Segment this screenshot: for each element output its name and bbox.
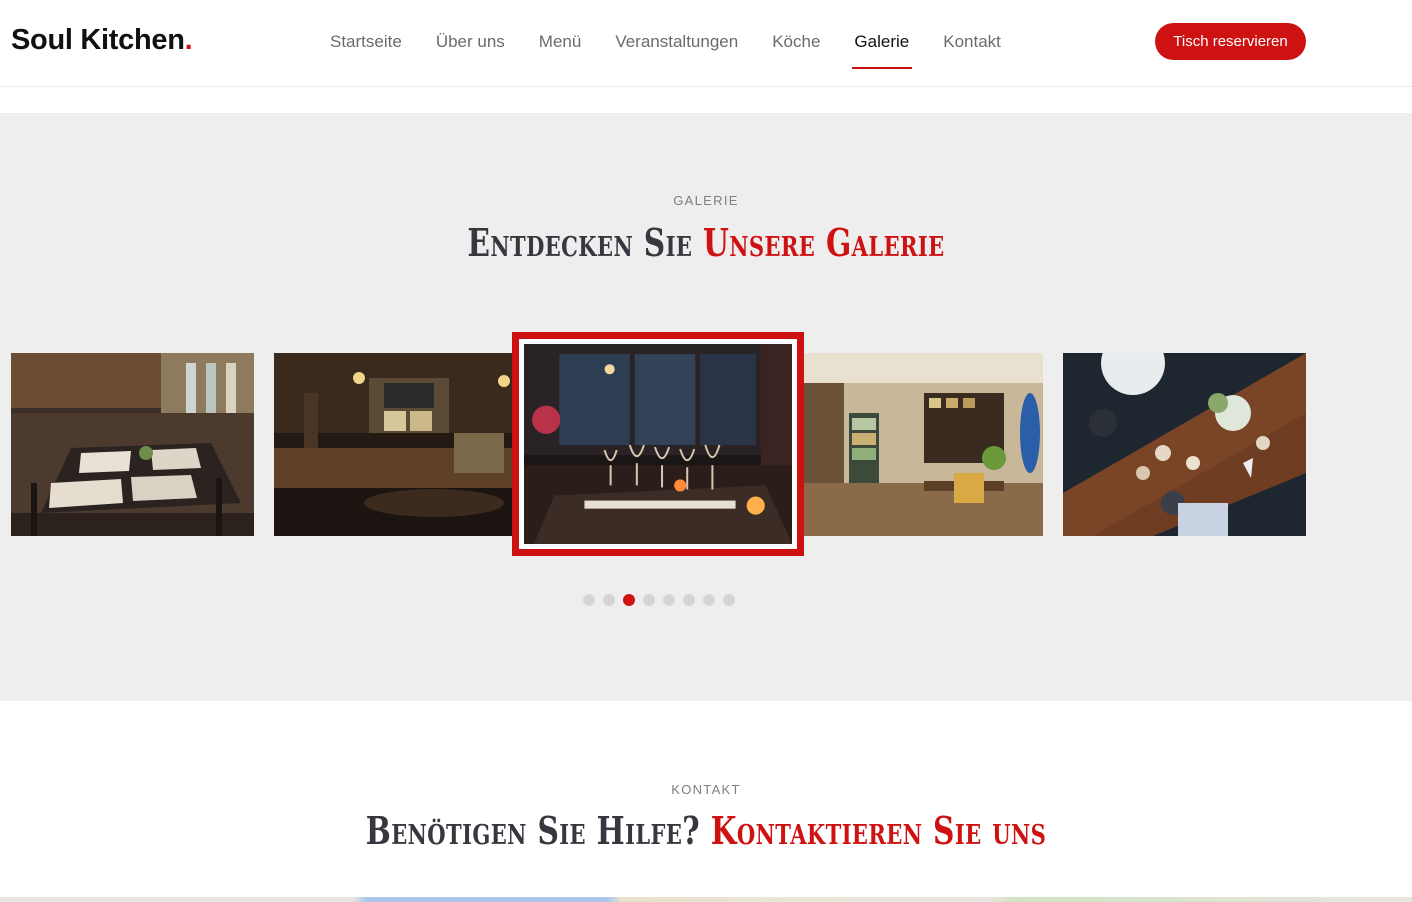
gallery-title-part1: Entdecken Sie bbox=[467, 220, 703, 265]
gallery-subtitle: GALERIE bbox=[673, 193, 739, 208]
logo-dot: . bbox=[184, 24, 193, 56]
gallery-title: Entdecken Sie Unsere Galerie bbox=[155, 220, 1256, 265]
restaurant-tables-photo bbox=[11, 353, 254, 536]
pagination-dot-8[interactable] bbox=[723, 594, 735, 606]
wine-glasses-table-photo bbox=[524, 344, 792, 544]
pagination-dot-3[interactable] bbox=[623, 594, 635, 606]
pagination-dot-7[interactable] bbox=[703, 594, 715, 606]
pagination-dot-1[interactable] bbox=[583, 594, 595, 606]
contact-section: KONTAKT Benötigen Sie Hilfe? Kontaktiere… bbox=[0, 701, 1412, 902]
contact-title-accent: Kontaktieren Sie uns bbox=[710, 808, 1047, 853]
logo-text: Soul Kitchen bbox=[11, 24, 185, 56]
nav-item-kontakt[interactable]: Kontakt bbox=[943, 30, 1001, 66]
contact-subtitle: KONTAKT bbox=[671, 782, 741, 797]
main-nav: Startseite Über uns Menü Veranstaltungen… bbox=[330, 30, 1035, 69]
gallery-slide-3-active[interactable] bbox=[512, 332, 804, 556]
map-embed[interactable] bbox=[0, 897, 1412, 902]
pagination-dot-6[interactable] bbox=[683, 594, 695, 606]
nav-item-veranstaltungen[interactable]: Veranstaltungen bbox=[615, 30, 738, 66]
reserve-table-button[interactable]: Tisch reservieren bbox=[1155, 23, 1306, 60]
site-logo[interactable]: Soul Kitchen. bbox=[11, 24, 193, 57]
nav-item-galerie[interactable]: Galerie bbox=[852, 30, 913, 69]
contact-title-part1: Benötigen Sie Hilfe? bbox=[365, 808, 711, 853]
gallery-pagination bbox=[583, 594, 743, 606]
cafe-interior-photo bbox=[804, 353, 1043, 536]
gallery-section: GALERIE Entdecken Sie Unsere Galerie bbox=[0, 113, 1412, 701]
pagination-dot-4[interactable] bbox=[643, 594, 655, 606]
nav-item-menue[interactable]: Menü bbox=[539, 30, 582, 66]
gallery-slide-1[interactable] bbox=[11, 353, 254, 536]
nav-item-koeche[interactable]: Köche bbox=[772, 30, 820, 66]
site-header: Soul Kitchen. Startseite Über uns Menü V… bbox=[0, 0, 1412, 87]
gallery-slide-4[interactable] bbox=[804, 353, 1043, 536]
nav-item-startseite[interactable]: Startseite bbox=[330, 30, 402, 66]
pagination-dot-5[interactable] bbox=[663, 594, 675, 606]
gallery-slide-2[interactable] bbox=[274, 353, 512, 536]
dinner-table-overhead-photo bbox=[1063, 353, 1306, 536]
pagination-dot-2[interactable] bbox=[603, 594, 615, 606]
contact-title: Benötigen Sie Hilfe? Kontaktieren Sie un… bbox=[155, 808, 1256, 853]
restaurant-bar-photo bbox=[274, 353, 512, 536]
gallery-slide-5[interactable] bbox=[1063, 353, 1306, 536]
gallery-title-accent: Unsere Galerie bbox=[702, 220, 945, 265]
nav-item-ueber-uns[interactable]: Über uns bbox=[436, 30, 505, 66]
